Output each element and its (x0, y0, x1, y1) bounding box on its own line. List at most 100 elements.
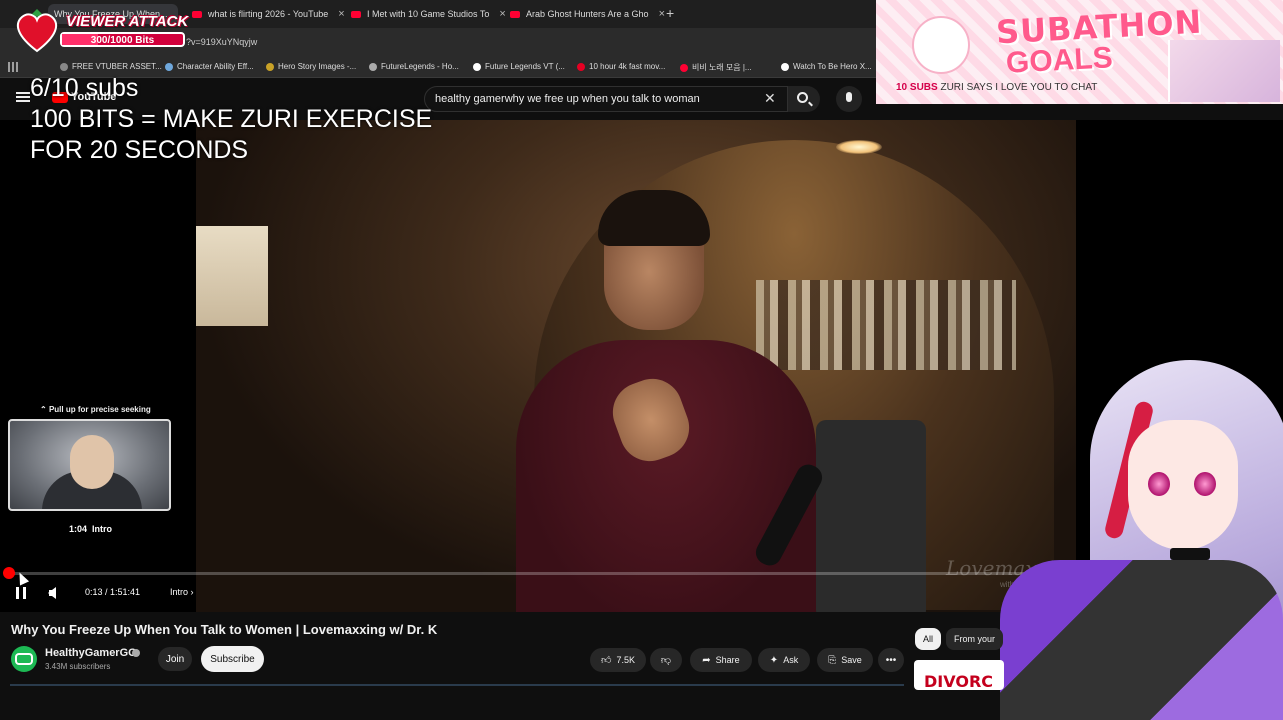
seek-preview-thumbnail (8, 419, 171, 511)
dislike-button[interactable]: 👎︎ (650, 648, 682, 672)
bookmark-item[interactable]: Future Legends VT (... (473, 62, 565, 71)
save-label: Save (841, 655, 862, 665)
progress-bar[interactable] (10, 572, 1076, 575)
subscribe-button[interactable]: Subscribe (201, 646, 264, 672)
bookmark-label: FutureLegends - Ho... (381, 62, 459, 71)
pause-icon[interactable] (16, 587, 26, 599)
chapter-label: Intro (170, 587, 189, 597)
share-icon: ➦ (702, 654, 711, 666)
channel-avatar[interactable] (11, 646, 37, 672)
voice-search-icon[interactable] (836, 86, 862, 112)
bookmark-item[interactable]: 비비 노래 모음 |... (680, 62, 752, 73)
chip-all[interactable]: All (915, 628, 942, 650)
bookmark-item[interactable]: FREE VTUBER ASSET... (60, 62, 162, 71)
viewer-attack-widget: VIEWER ATTACK 300/1000 Bits (8, 6, 188, 56)
bookmark-label: Hero Story Images -... (278, 62, 357, 71)
recommendation-thumbnail[interactable]: DIVORC (914, 660, 1004, 690)
vtuber-body (1000, 560, 1283, 720)
bookmark-label: FREE VTUBER ASSET... (72, 62, 162, 71)
bookmark-icon (266, 62, 274, 71)
search-button[interactable] (788, 86, 820, 112)
preview-time-value: 1:04 (69, 524, 88, 534)
menu-icon[interactable] (16, 92, 30, 102)
thumbs-down-icon: 👎︎ (660, 655, 672, 666)
bookmark-item[interactable]: Watch To Be Hero X... (781, 62, 872, 71)
search-icon (797, 92, 808, 103)
ask-button[interactable]: ✦ Ask (758, 648, 810, 672)
verified-icon (132, 649, 140, 657)
save-button[interactable]: ⎘ Save (817, 648, 873, 672)
subathon-goals-panel: SUBATHON GOALS 10 SUBS ZURI SAYS I LOVE … (876, 0, 1283, 104)
ceiling-lamp (836, 140, 882, 154)
x-logo-icon (473, 62, 481, 71)
seek-preview-time: 1:04 Intro (69, 524, 112, 534)
tab-title: what is flirting 2026 - YouTube (208, 9, 329, 19)
bookmark-label: Future Legends VT (... (485, 62, 565, 71)
scrubber-handle[interactable] (3, 567, 15, 579)
clear-search-icon[interactable]: ✕ (764, 90, 776, 107)
subscriber-count: 3.43M subscribers (45, 662, 111, 671)
time-display: 0:13 / 1:51:41 (85, 587, 141, 597)
bookmark-icon (369, 62, 377, 71)
chevron-right-icon: › (190, 587, 194, 597)
youtube-favicon-icon (680, 63, 688, 72)
bookmark-icon (165, 62, 173, 71)
tab-close-icon[interactable]: × (338, 8, 344, 20)
share-button[interactable]: ➦ Share (690, 648, 752, 672)
subathon-goal-count: 10 SUBS (896, 82, 938, 93)
bookmark-label: Watch To Be Hero X... (793, 62, 872, 71)
person-hair (598, 190, 710, 246)
tab-game-studios[interactable]: I Met with 10 Game Studios To × (351, 4, 506, 24)
youtube-favicon-icon (192, 10, 202, 18)
tomato-heart-icon (16, 9, 58, 53)
vtuber-face (1128, 420, 1238, 550)
vtuber-choker (1170, 548, 1210, 560)
volume-icon[interactable] (48, 587, 56, 599)
tab-title: I Met with 10 Game Studios To (367, 9, 490, 19)
tab-ghost-hunters[interactable]: Arab Ghost Hunters Are a Gho × (510, 4, 665, 24)
thumbnail-text: DIVORC (924, 672, 993, 690)
new-tab-icon[interactable]: + (666, 5, 674, 21)
pull-up-text: Pull up for precise seeking (48, 405, 151, 414)
chapter-button[interactable]: Intro › (170, 587, 194, 597)
bookmark-icon: ⎘ (828, 654, 837, 666)
viewer-attack-count: 300/1000 Bits (90, 35, 155, 46)
video-title: Why You Freeze Up When You Talk to Women… (11, 622, 438, 637)
preview-person-head (70, 435, 114, 489)
more-actions-button[interactable]: ••• (878, 648, 904, 672)
tab-title: Arab Ghost Hunters Are a Gho (526, 9, 649, 19)
subathon-avatar-art (1168, 40, 1280, 102)
bookmark-item[interactable]: 10 hour 4k fast mov... (577, 62, 665, 71)
tab-flirting[interactable]: what is flirting 2026 - YouTube × (192, 4, 345, 24)
url-text[interactable]: ?v=919XuYNqyjw (186, 37, 257, 47)
bookmark-item[interactable]: FutureLegends - Ho... (369, 62, 459, 71)
bookmark-item[interactable]: Hero Story Images -... (266, 62, 356, 71)
ask-label: Ask (783, 655, 799, 665)
bits-goal-text: 100 BITS = MAKE ZURI EXERCISE FOR 20 SEC… (30, 105, 433, 164)
tab-close-icon[interactable]: × (499, 8, 505, 20)
like-button[interactable]: 👍︎ 7.5K (590, 648, 646, 672)
like-count: 7.5K (616, 655, 635, 665)
chip-from-your[interactable]: From your (946, 628, 1004, 650)
apps-grid-icon[interactable] (8, 62, 18, 72)
youtube-favicon-icon (351, 10, 361, 18)
join-button[interactable]: Join (158, 647, 192, 671)
subathon-goal-text: ZURI SAYS I LOVE YOU TO CHAT (940, 82, 1098, 93)
globe-icon (60, 62, 68, 71)
preview-chapter: Intro (92, 524, 113, 534)
more-horizontal-icon: ••• (885, 654, 897, 666)
vtuber-eye (1148, 472, 1170, 496)
viewer-attack-title: VIEWER ATTACK (66, 13, 189, 30)
speaker-person (486, 190, 827, 612)
chair (816, 420, 926, 612)
bookmark-item[interactable]: Character Ability Eff... (165, 62, 254, 71)
bookmark-label: 비비 노래 모음 |... (692, 63, 752, 72)
pinterest-icon (577, 62, 585, 71)
subathon-subtitle: GOALS (1005, 41, 1114, 80)
vtuber-eye (1194, 472, 1216, 496)
tab-close-icon[interactable]: × (659, 8, 665, 20)
channel-name[interactable]: HealthyGamerGG (45, 647, 137, 659)
divider (10, 684, 904, 686)
chevron-up-icon: ⌃ (40, 405, 49, 414)
vtuber-avatar (1000, 360, 1283, 720)
